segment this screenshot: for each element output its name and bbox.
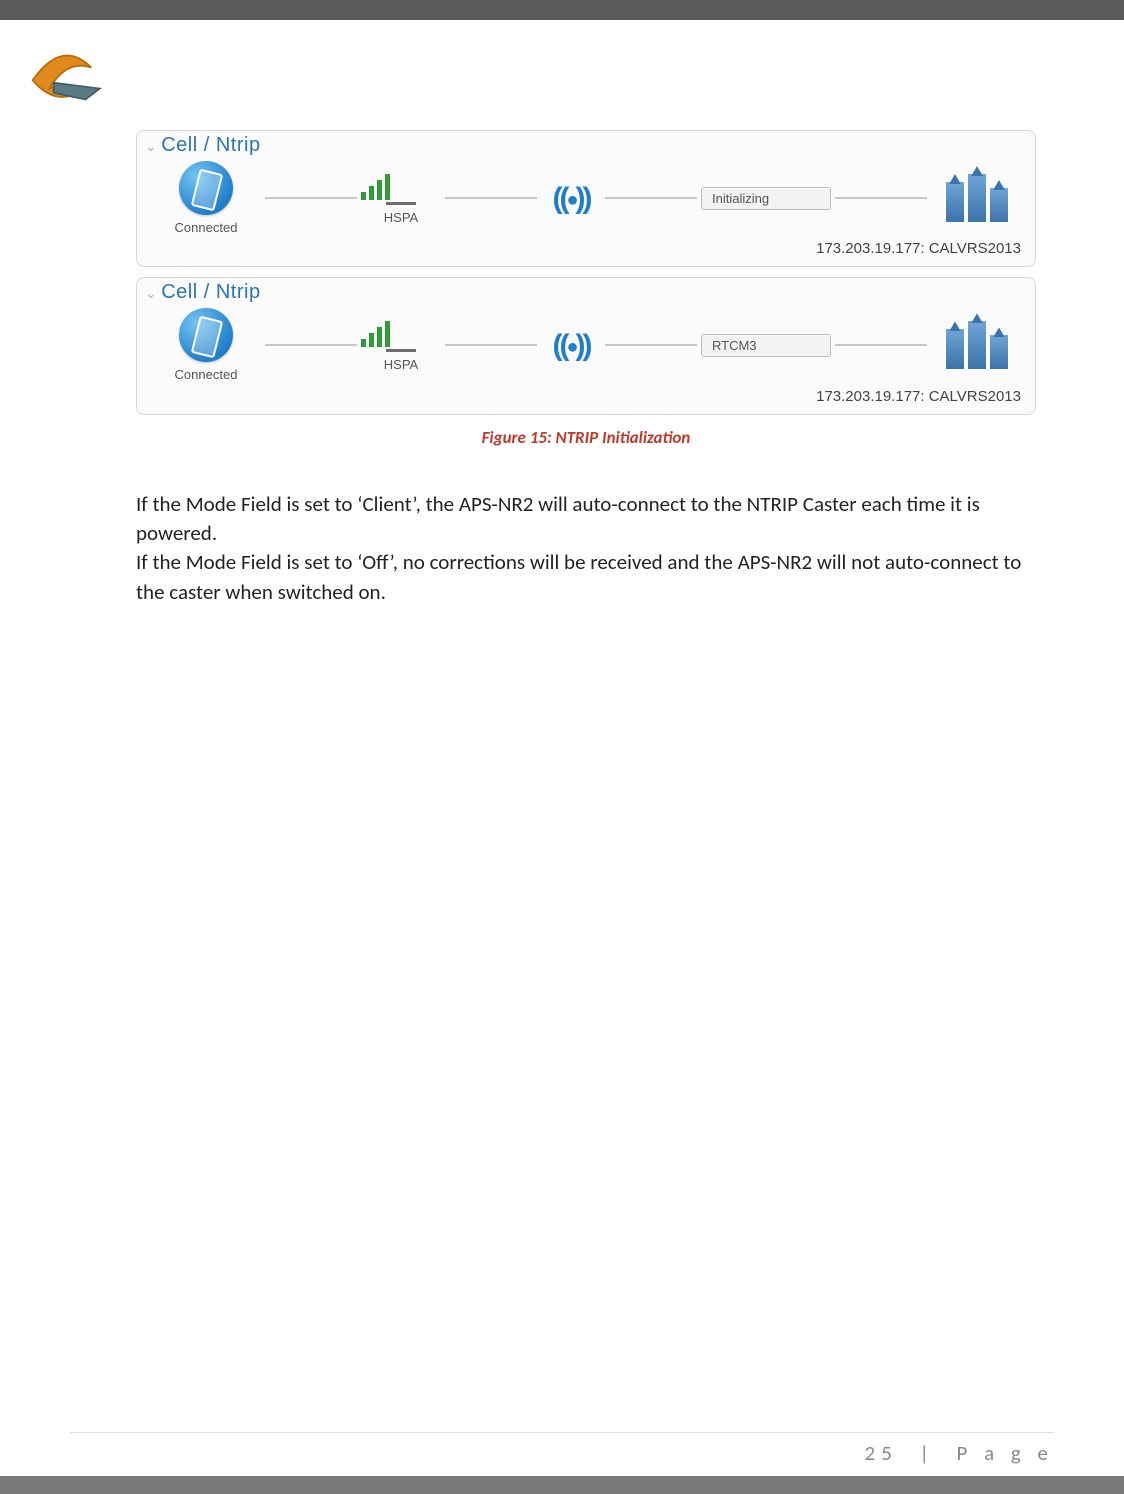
brand-logo (20, 34, 104, 118)
body-paragraph: If the Mode Field is set to ‘Off’, no co… (136, 548, 1036, 607)
network-type-label: HSPA (361, 211, 441, 225)
figure-caption: Figure 15: NTRIP Initialization (136, 429, 1036, 446)
caster-address: 173.203.19.177: CALVRS2013 (151, 389, 1021, 404)
ntrip-status-text: Initializing (712, 191, 769, 206)
page-number: 25 (865, 1440, 898, 1466)
ntrip-status-panel: ⌄Cell / Ntrip Connected HSPA ((●)) (136, 277, 1036, 414)
ntrip-status-box: RTCM3 (701, 334, 831, 357)
panel-title-text: Cell / Ntrip (161, 134, 260, 156)
connector-line (445, 344, 537, 346)
connector-line (605, 197, 697, 199)
cell-phone-icon (179, 308, 233, 362)
connector-line (835, 197, 927, 199)
connector-line (265, 197, 357, 199)
top-accent-bar (0, 0, 1124, 20)
broadcast-icon: ((●)) (552, 329, 589, 362)
connector-line (265, 344, 357, 346)
chevron-down-icon: ⌄ (145, 285, 157, 301)
body-paragraph: If the Mode Field is set to ‘Client’, th… (136, 490, 1036, 549)
page-footer: 25 | P a g e (0, 1432, 1124, 1494)
network-type-label: HSPA (361, 358, 441, 372)
connector-line (445, 197, 537, 199)
connector-line (835, 344, 927, 346)
server-towers-icon (944, 321, 1008, 369)
footer-separator: | (919, 1440, 935, 1466)
ntrip-status-text: RTCM3 (712, 338, 757, 353)
panel-title: ⌄Cell / Ntrip (145, 135, 1021, 155)
signal-bars-icon (361, 319, 441, 347)
panel-title-text: Cell / Ntrip (161, 281, 260, 303)
panel-title: ⌄Cell / Ntrip (145, 282, 1021, 302)
server-towers-icon (944, 174, 1008, 222)
page-label: P a g e (957, 1440, 1054, 1466)
connected-label: Connected (151, 368, 261, 382)
connected-label: Connected (151, 221, 261, 235)
ntrip-status-panel: ⌄Cell / Ntrip Connected HSPA ((●)) (136, 130, 1036, 267)
connector-line (605, 344, 697, 346)
bottom-accent-bar (0, 1476, 1124, 1494)
signal-bars-icon (361, 172, 441, 200)
cell-phone-icon (179, 161, 233, 215)
ntrip-status-box: Initializing (701, 187, 831, 210)
chevron-down-icon: ⌄ (145, 138, 157, 154)
broadcast-icon: ((●)) (552, 182, 589, 215)
caster-address: 173.203.19.177: CALVRS2013 (151, 241, 1021, 256)
